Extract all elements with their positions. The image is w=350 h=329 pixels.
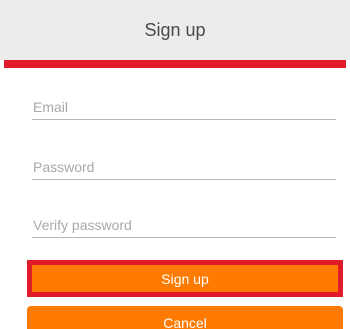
signup-button[interactable]: Sign up	[32, 265, 338, 292]
password-input[interactable]	[32, 159, 336, 175]
header-accent-bar	[4, 60, 346, 68]
page-title: Sign up	[144, 19, 206, 40]
password-field	[32, 150, 336, 180]
header: Sign up	[0, 0, 350, 60]
email-input[interactable]	[32, 99, 336, 115]
signup-screen: Sign up Sign up Cancel	[0, 0, 350, 329]
cancel-button[interactable]: Cancel	[27, 306, 343, 329]
verify-password-input[interactable]	[32, 217, 336, 233]
verify-password-field	[32, 208, 336, 238]
email-field	[32, 90, 336, 120]
